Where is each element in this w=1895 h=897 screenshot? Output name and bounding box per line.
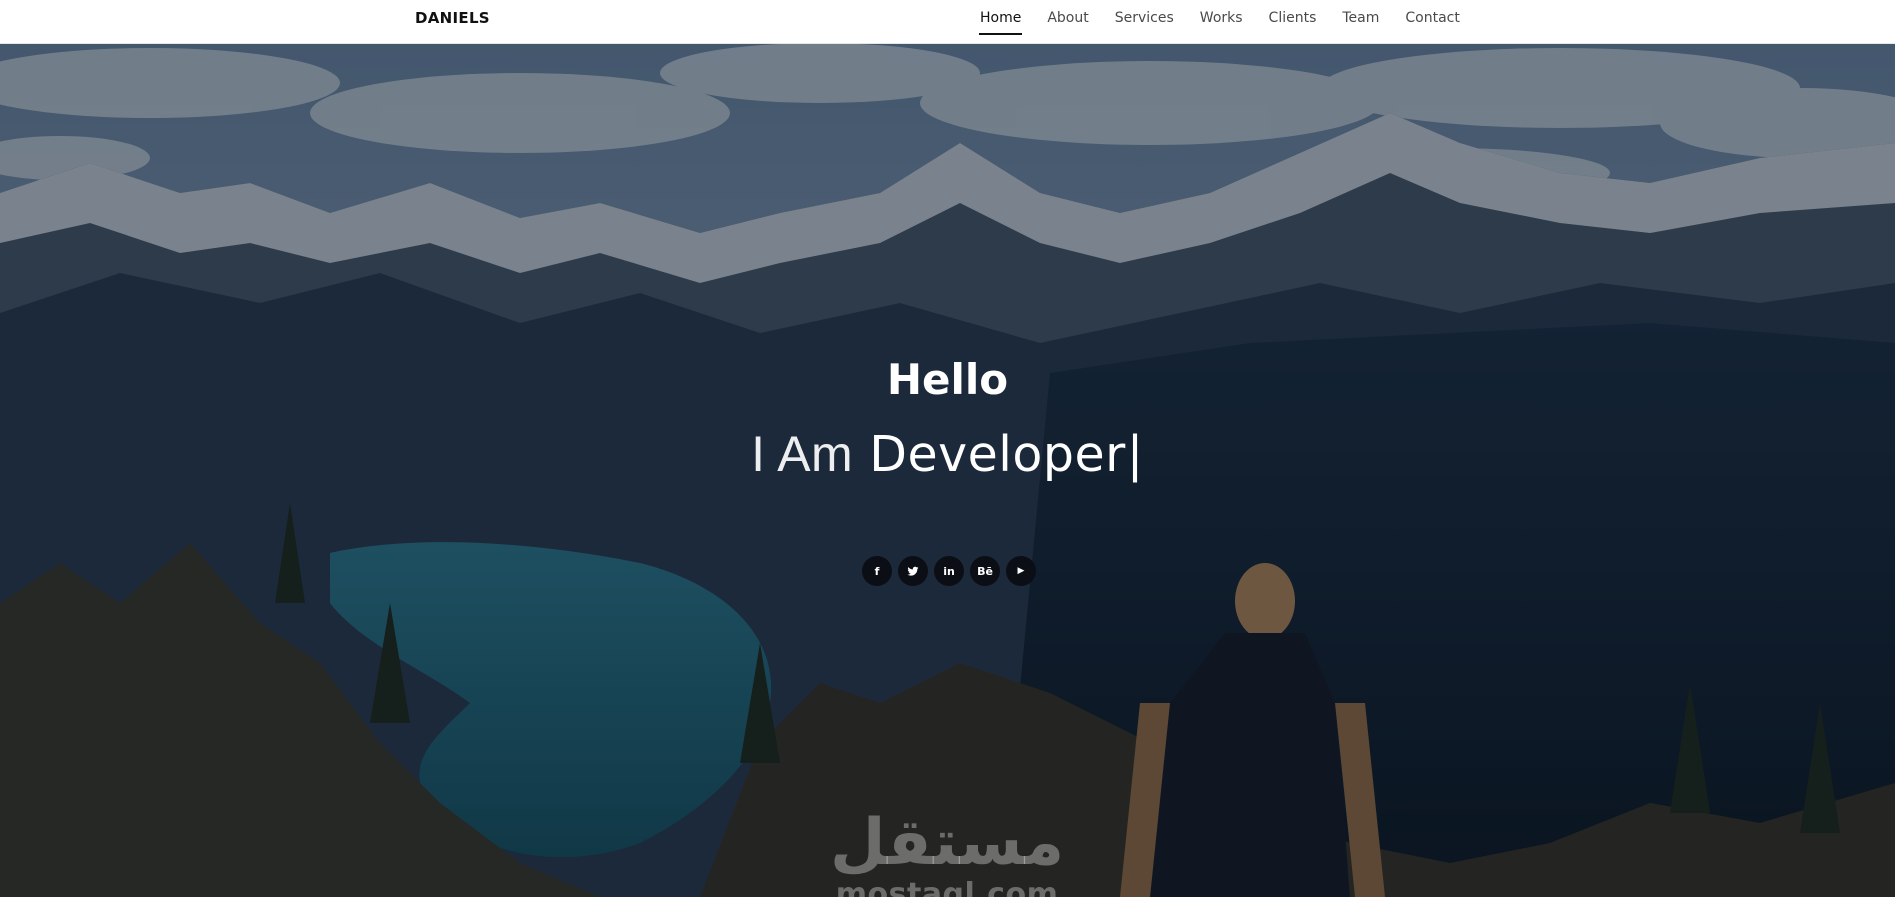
- top-navbar: DANIELS Home About Services Works Client…: [0, 0, 1895, 44]
- youtube-icon[interactable]: ▶: [1006, 556, 1036, 586]
- typed-role-text: Developer: [869, 426, 1126, 483]
- hero-section: Hello I Am Developer| f in Bē ▶ مستقل mo…: [0, 43, 1895, 897]
- subtitle-lead-text: I Am: [751, 426, 854, 482]
- nav-team[interactable]: Team: [1342, 0, 1379, 33]
- nav-clients[interactable]: Clients: [1269, 0, 1317, 33]
- hero-title: Hello: [886, 355, 1009, 404]
- hero-subtitle: I Am Developer|: [0, 425, 1895, 483]
- twitter-icon[interactable]: [898, 556, 928, 586]
- nav-works[interactable]: Works: [1200, 0, 1243, 33]
- nav-home[interactable]: Home: [978, 0, 1023, 35]
- nav-contact[interactable]: Contact: [1405, 0, 1459, 33]
- nav-about[interactable]: About: [1047, 0, 1088, 33]
- behance-icon[interactable]: Bē: [970, 556, 1000, 586]
- nav-services[interactable]: Services: [1115, 0, 1174, 33]
- main-nav: Home About Services Works Clients Team C…: [978, 0, 1486, 43]
- typing-cursor: |: [1126, 426, 1144, 483]
- brand-logo[interactable]: DANIELS: [415, 9, 490, 27]
- facebook-icon[interactable]: f: [862, 556, 892, 586]
- twitter-bird-shape: [907, 566, 919, 576]
- mostaql-watermark: مستقل mostaql.com: [830, 806, 1065, 897]
- social-links: f in Bē ▶: [862, 556, 1036, 586]
- watermark-latin: mostaql.com: [835, 877, 1059, 897]
- watermark-arabic: مستقل: [830, 806, 1065, 880]
- linkedin-icon[interactable]: in: [934, 556, 964, 586]
